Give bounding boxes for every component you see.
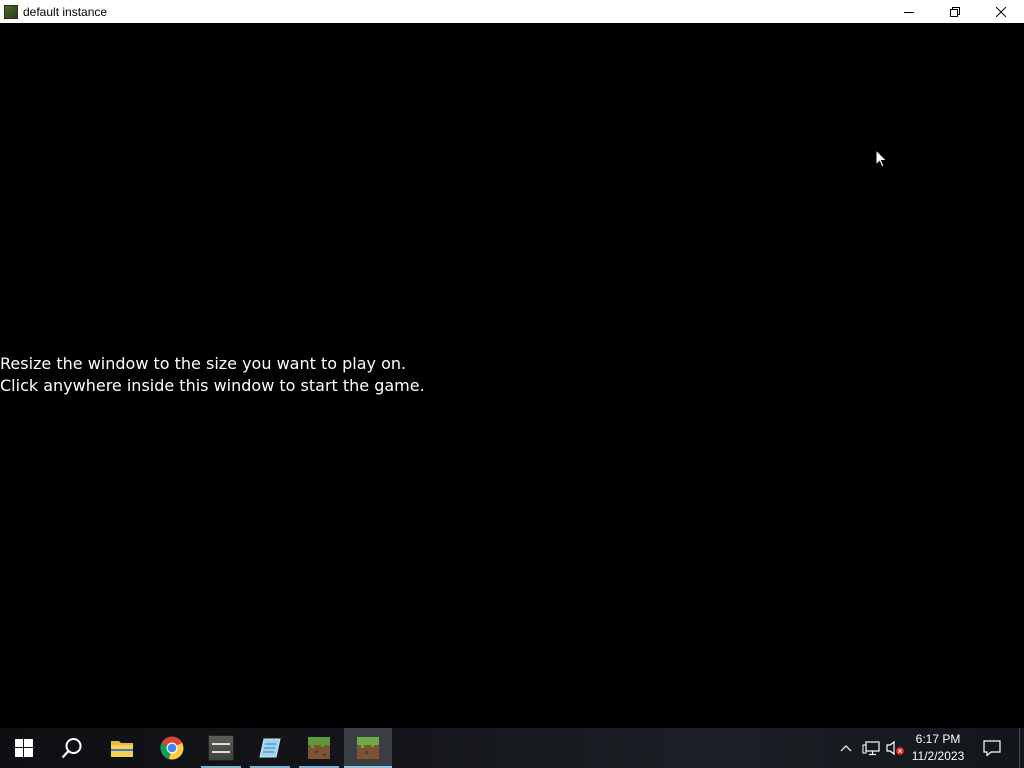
window-titlebar[interactable]: default instance (0, 0, 1024, 23)
click-instruction: Click anywhere inside this window to sta… (0, 376, 425, 395)
multimc-button[interactable] (197, 728, 245, 768)
chevron-up-icon (840, 745, 852, 752)
search-icon (61, 738, 82, 759)
windows-logo-icon (15, 739, 33, 757)
clock-date: 11/2/2023 (911, 749, 965, 763)
search-button[interactable] (48, 728, 96, 768)
multimc-icon (208, 735, 234, 761)
minecraft-game-button[interactable] (344, 728, 392, 768)
restore-icon (950, 6, 960, 17)
close-button[interactable] (978, 0, 1024, 23)
notepad-button[interactable] (246, 728, 294, 768)
notification-icon (983, 740, 1001, 756)
chrome-button[interactable] (148, 728, 196, 768)
volume-muted-icon (886, 740, 904, 756)
file-explorer-button[interactable] (98, 728, 146, 768)
minimize-button[interactable] (886, 0, 932, 23)
action-center-button[interactable] (980, 728, 1004, 768)
show-desktop-button[interactable] (1019, 728, 1024, 768)
game-canvas[interactable]: Resize the window to the size you want t… (0, 23, 1024, 728)
grass-block-icon (308, 737, 330, 759)
restore-button[interactable] (932, 0, 978, 23)
notepad-icon (259, 738, 281, 758)
minecraft-game-icon (357, 737, 379, 759)
clock-time: 6:17 PM (915, 732, 961, 746)
minecraft-launcher-button[interactable] (295, 728, 343, 768)
close-icon (996, 6, 1006, 17)
taskbar-clock[interactable]: 6:17 PM 11/2/2023 (906, 728, 970, 768)
start-button[interactable] (0, 728, 48, 768)
taskbar: 6:17 PM 11/2/2023 (0, 728, 1024, 768)
folder-icon (111, 741, 133, 757)
network-button[interactable] (860, 728, 882, 768)
chrome-icon (160, 736, 184, 760)
mouse-cursor-icon (875, 149, 888, 168)
volume-button[interactable] (884, 728, 906, 768)
network-icon (862, 741, 880, 756)
window-controls (886, 0, 1024, 23)
minimize-icon (904, 11, 914, 13)
window-title: default instance (23, 4, 108, 19)
minecraft-block-icon (4, 4, 18, 19)
show-hidden-icons-button[interactable] (836, 728, 856, 768)
resize-instruction: Resize the window to the size you want t… (0, 354, 407, 373)
